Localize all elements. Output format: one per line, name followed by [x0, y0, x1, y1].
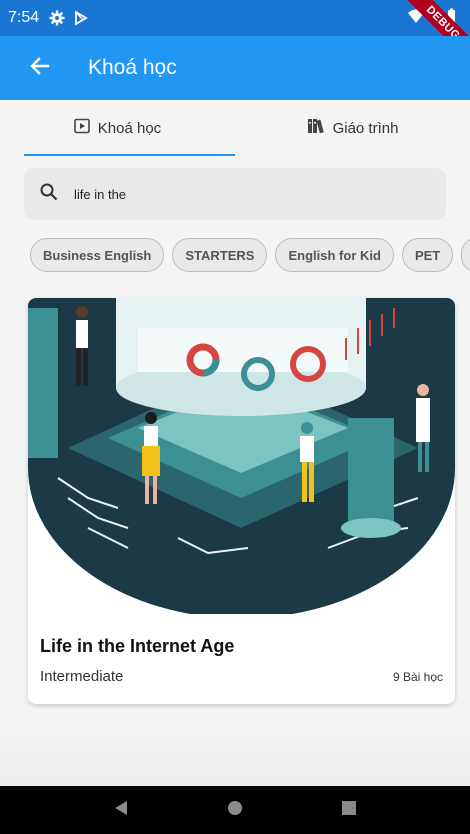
circle-home-icon: [227, 800, 243, 821]
play-video-icon: [73, 118, 90, 138]
tab-curriculum[interactable]: Giáo trình: [235, 100, 470, 156]
course-level: Intermediate: [40, 668, 124, 685]
square-recents-icon: [342, 800, 356, 820]
tab-courses[interactable]: Khoá học: [0, 100, 235, 156]
back-button[interactable]: [16, 44, 64, 92]
search-bar: [24, 168, 446, 220]
status-time: 7:54: [8, 9, 40, 26]
tab-bar: Khoá học Giáo trình: [0, 100, 470, 156]
chip-starters[interactable]: STARTERS: [172, 238, 268, 272]
app-bar: Khoá học: [0, 36, 470, 100]
category-chips: Business English STARTERS English for Ki…: [30, 238, 470, 274]
system-nav-bar: [0, 786, 470, 834]
triangle-back-icon: [114, 800, 128, 821]
chip-pet[interactable]: PET: [401, 238, 454, 272]
page-title: Khoá học: [88, 56, 177, 79]
nav-recents-button[interactable]: [329, 790, 369, 830]
course-illustration: [28, 298, 455, 614]
play-store-icon: [73, 10, 89, 26]
tab-curriculum-label: Giáo trình: [332, 119, 399, 137]
tab-courses-label: Khoá học: [97, 119, 162, 137]
chip-business-english[interactable]: Business English: [30, 238, 165, 272]
chip-partial[interactable]: [461, 238, 470, 272]
arrow-back-icon: [30, 56, 50, 81]
course-lesson-count: 9 Bài học: [392, 670, 443, 684]
books-icon: [307, 118, 325, 138]
status-bar: 7:54 DEBUG: [0, 0, 470, 69]
course-title: Life in the Internet Age: [40, 636, 235, 656]
settings-gear-icon: [49, 10, 65, 26]
course-card[interactable]: Life in the Internet Age Intermediate 9 …: [28, 298, 455, 704]
nav-home-button[interactable]: [215, 790, 255, 830]
search-icon: [40, 183, 58, 206]
nav-back-button[interactable]: [101, 790, 141, 830]
search-input[interactable]: [74, 186, 394, 202]
content-bottom-area: [0, 712, 470, 786]
chip-english-for-kid[interactable]: English for Kid: [275, 238, 394, 272]
